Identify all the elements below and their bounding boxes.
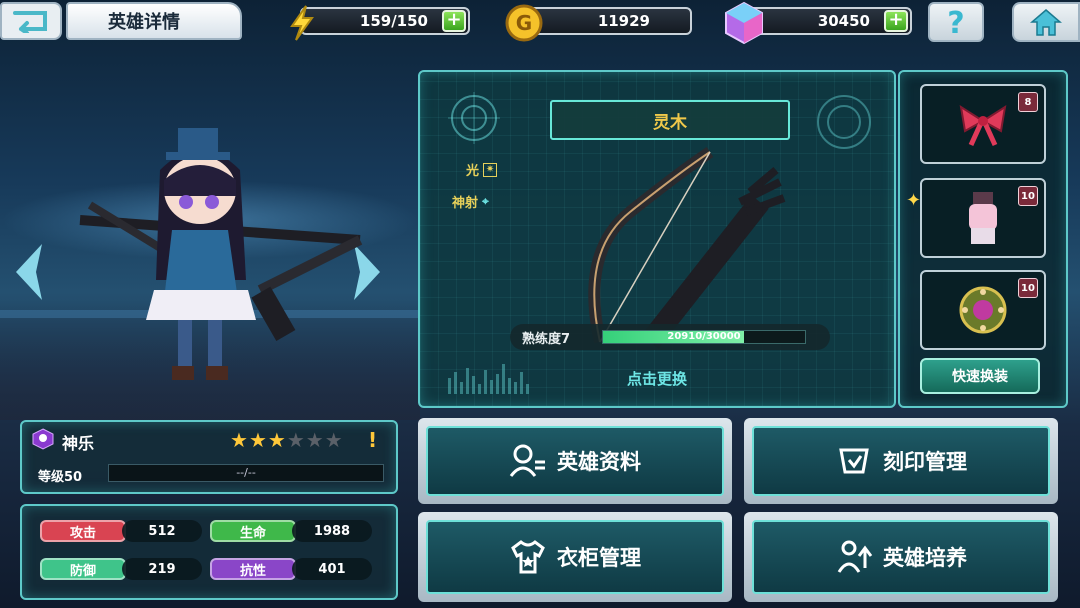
resist-label: 抗性 [210,558,296,580]
help-button[interactable]: ? [928,2,984,42]
attribute-light: 光 ✷ [466,160,498,179]
hero-stars: ★ ★ ★ ★ ★ ★ [230,428,343,452]
gold-value: 11929 [597,12,650,30]
proficiency-label: 熟练度7 [522,331,571,347]
equip-slot-3[interactable]: 10 [920,270,1046,350]
gem-value: 30450 [817,12,870,30]
target-icon: ⌖ [482,194,489,208]
add-gems-button[interactable]: + [884,10,908,32]
weapon-panel[interactable]: 灵木 光 ✷ 神射 ⌖ 熟练度7 20910/30000 点击更换 [418,70,896,408]
gold-coin-icon: G [505,4,543,42]
svg-text:?: ? [947,6,964,38]
hero-stats-card: 攻击 512 生命 1988 防御 219 抗性 401 [20,504,398,600]
radar-emblem-icon [817,95,871,149]
weapon-name: 灵木 [550,100,790,140]
equip-slot-3-level: 10 [1018,278,1038,298]
gem-icon [725,1,763,45]
attack-value: 512 [122,520,202,542]
attribute-shoot-label: 神射 [452,196,479,211]
energy-counter: 159/150 + [300,7,470,35]
equip-slot-2[interactable]: ✦ 10 [906,178,1046,258]
hero-info-button[interactable]: 英雄资料 [418,418,732,504]
star-filled-icon: ★ [230,428,248,452]
hero-training-button[interactable]: 英雄培养 [744,512,1058,602]
star-empty-icon: ★ [324,428,343,452]
crosshair-emblem-icon [448,92,500,144]
gold-counter: 11929 [520,7,692,35]
star-filled-icon: ★ [267,428,286,452]
page-title: 英雄详情 [66,2,242,40]
switch-weapon-label[interactable]: 点击更换 [420,368,894,389]
home-button[interactable] [1012,2,1080,42]
training-up-icon [837,540,873,573]
star-empty-icon: ★ [305,428,324,452]
hero-name: 神乐 [62,434,95,453]
attribute-light-label: 光 [466,164,480,179]
engrave-manage-label: 刻印管理 [883,450,967,474]
energy-value: 159/150 [359,12,428,30]
bow-weapon-image [588,147,786,349]
engrave-icon [839,448,869,474]
lightning-icon [290,5,314,41]
hero-level: 等级50 [38,470,83,485]
defense-value: 219 [122,558,202,580]
back-arrow-icon [13,11,47,33]
equip-slot-1-level: 8 [1018,92,1038,112]
hero-info-label: 英雄资料 [557,450,641,474]
hp-value: 1988 [292,520,372,542]
upgrade-alert-icon[interactable]: ! [368,428,377,452]
equipment-panel: 8 ✦ 10 10 快速换装 [898,70,1068,408]
bow-ribbon-icon [959,104,1007,147]
equip-slot-2-level: 10 [1018,186,1038,206]
attribute-shoot: 神射 ⌖ [452,192,489,211]
wardrobe-manage-label: 衣柜管理 [557,546,641,570]
hero-character-portrait [79,128,363,380]
engrave-manage-button[interactable]: 刻印管理 [744,418,1058,504]
hero-info-card: 神乐 ★ ★ ★ ★ ★ ★ ! 等级50 --/-- [20,420,398,494]
proficiency-track: 20910/30000 [602,330,806,344]
sun-icon: ✷ [483,162,498,177]
add-energy-button[interactable]: + [442,10,466,32]
equip-slot-1[interactable]: 8 [920,84,1046,164]
home-icon [1030,9,1062,36]
back-button[interactable] [0,2,62,40]
quick-swap-button[interactable]: 快速换装 [920,358,1040,394]
skull-class-icon [32,428,54,450]
badge-icon [959,286,1007,334]
defense-label: 防御 [40,558,126,580]
person-icon [509,444,545,477]
proficiency-value: 20910/30000 [667,331,741,342]
sparkle-icon: ✦ [906,190,922,211]
question-icon: ? [947,6,964,38]
svg-text:G: G [516,11,532,35]
top-bar: 英雄详情 159/150 + 11929 G 30450 + ? [0,0,1080,46]
costume-icon [969,192,997,244]
previous-hero-arrow-icon[interactable] [8,240,48,304]
star-filled-icon: ★ [248,428,267,452]
resist-value: 401 [292,558,372,580]
shirt-icon [511,540,545,574]
exp-bar: --/-- [108,464,384,482]
wardrobe-manage-button[interactable]: 衣柜管理 [418,512,732,602]
hp-label: 生命 [210,520,296,542]
attack-label: 攻击 [40,520,126,542]
proficiency-bar: 熟练度7 20910/30000 [510,324,830,350]
hero-training-label: 英雄培养 [883,546,967,570]
star-empty-icon: ★ [286,428,305,452]
